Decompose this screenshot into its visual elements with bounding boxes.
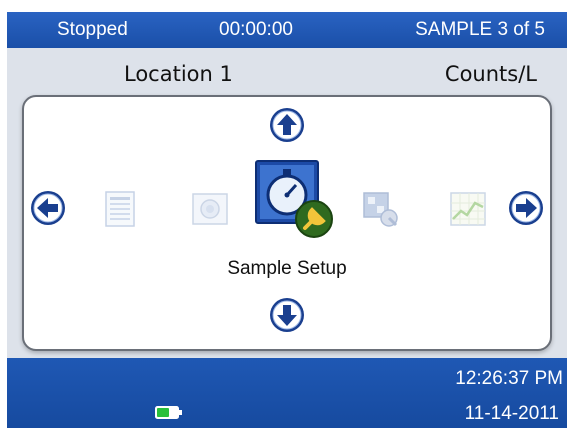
left-arrow-icon[interactable] bbox=[30, 190, 66, 226]
footer-bar: 12:26:37 PM 11-14-2011 bbox=[7, 358, 567, 428]
clock-date: 11-14-2011 bbox=[464, 403, 559, 424]
photo-icon[interactable] bbox=[190, 189, 230, 229]
chart-icon[interactable] bbox=[448, 189, 488, 229]
up-arrow-icon[interactable] bbox=[269, 107, 305, 143]
battery-icon bbox=[155, 406, 182, 419]
navigation-panel: Sample Setup bbox=[22, 95, 552, 351]
down-arrow-icon[interactable] bbox=[269, 297, 305, 333]
sample-setup-icon[interactable] bbox=[252, 157, 336, 241]
list-icon[interactable] bbox=[100, 189, 140, 229]
tools-icon[interactable] bbox=[360, 189, 400, 229]
right-arrow-icon[interactable] bbox=[508, 190, 544, 226]
units-title: Counts/L bbox=[444, 62, 537, 86]
location-title: Location 1 bbox=[124, 62, 233, 86]
selected-item-label: Sample Setup bbox=[227, 258, 347, 279]
clock-time: 12:26:37 PM bbox=[455, 368, 563, 389]
sample-counter: SAMPLE 3 of 5 bbox=[415, 19, 545, 40]
main-screen: Location 1 Counts/L Sample Setup bbox=[7, 48, 567, 358]
elapsed-time: 00:00:00 bbox=[219, 19, 293, 40]
run-state: Stopped bbox=[57, 19, 128, 40]
status-bar: Stopped 00:00:00 SAMPLE 3 of 5 bbox=[7, 12, 567, 48]
